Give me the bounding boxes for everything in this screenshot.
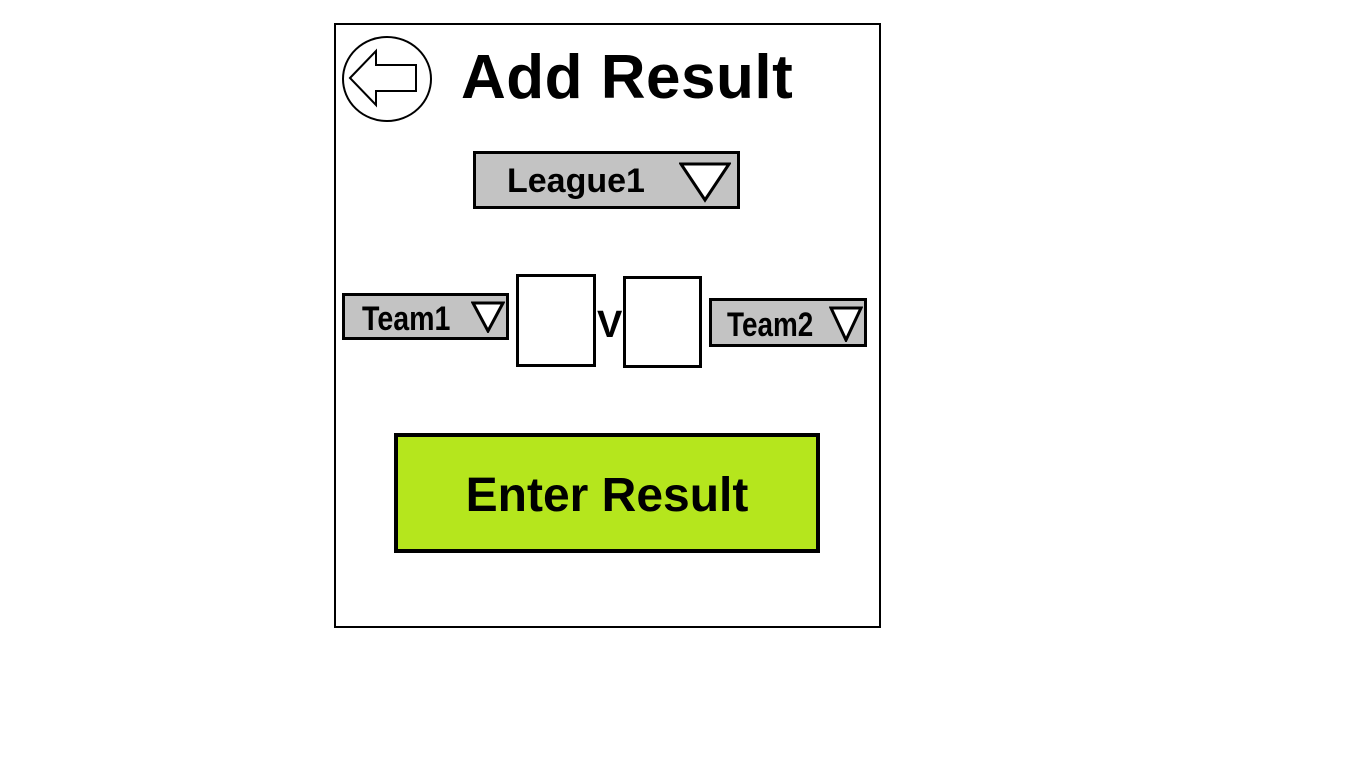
away-team-value: Team2 — [727, 306, 814, 344]
away-team-select[interactable]: Team2 — [709, 298, 867, 347]
enter-result-label: Enter Result — [465, 469, 749, 522]
home-team-value: Team1 — [362, 300, 451, 338]
back-arrow-icon — [342, 36, 432, 122]
page-title: Add Result — [461, 43, 794, 112]
dropdown-arrow-icon — [829, 306, 863, 342]
home-score-input[interactable] — [516, 274, 596, 367]
home-team-select[interactable]: Team1 — [342, 293, 509, 340]
league-select[interactable]: League1 — [473, 151, 740, 209]
league-select-value: League1 — [507, 162, 645, 200]
versus-label: V — [597, 304, 623, 346]
away-score-input[interactable] — [623, 276, 702, 368]
enter-result-button[interactable]: Enter Result — [394, 433, 820, 553]
dropdown-arrow-icon — [679, 162, 731, 203]
back-button[interactable] — [342, 36, 432, 122]
dropdown-arrow-icon — [471, 301, 505, 333]
